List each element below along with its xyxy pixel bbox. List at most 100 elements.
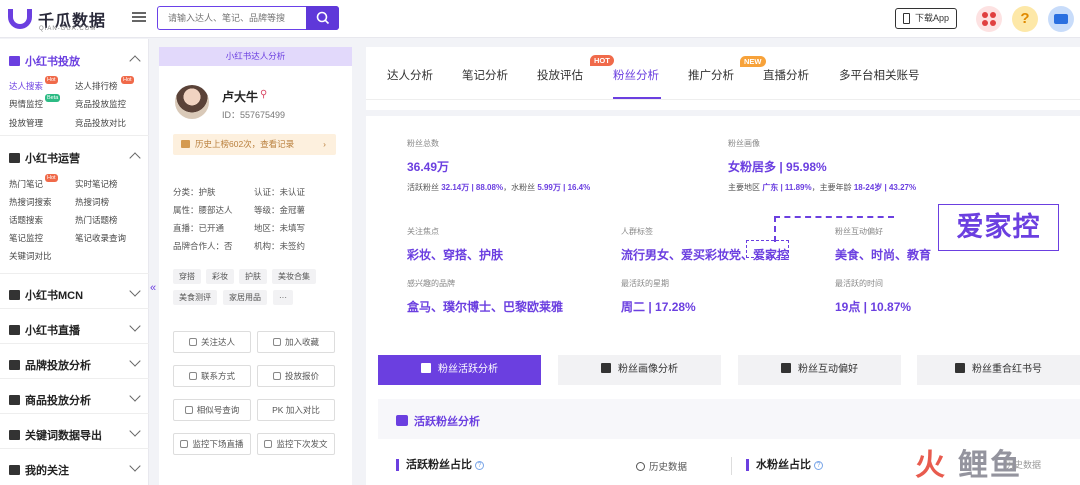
sidebar-group-title[interactable]: 小红书运营 bbox=[9, 150, 80, 166]
sidebar-item-realtime-notes[interactable]: 实时笔记榜 bbox=[75, 178, 118, 190]
history-rank-text: 历史上榜602次，查看记录 bbox=[195, 139, 295, 149]
tab-live-analysis[interactable]: 直播分析 bbox=[763, 67, 809, 83]
tab-promo-analysis[interactable]: 推广分析 bbox=[688, 67, 734, 83]
mcn-icon bbox=[9, 290, 20, 300]
sidebar-group-mcn[interactable]: 小红书MCN bbox=[0, 274, 149, 309]
tab-note-analysis[interactable]: 笔记分析 bbox=[462, 67, 508, 83]
crown-icon bbox=[181, 140, 190, 148]
sidebar-item-kol-rank[interactable]: 达人排行榜 bbox=[75, 80, 118, 92]
sidebar-item-hot-topic-rank[interactable]: 热门话题榜 bbox=[75, 214, 118, 226]
tab-ad-evaluation[interactable]: 投放评估 bbox=[537, 67, 583, 83]
users-icon bbox=[421, 363, 431, 373]
attr-category: 分类：护肤 bbox=[173, 187, 216, 197]
sidebar-item-hot-notes[interactable]: 热门笔记 bbox=[9, 178, 43, 190]
fans-total-value: 36.49万 bbox=[407, 160, 450, 174]
attr-brand-partner: 品牌合作人：否 bbox=[173, 241, 233, 251]
search-input[interactable] bbox=[158, 7, 308, 29]
history-rank-link[interactable]: 历史上榜602次，查看记录 › bbox=[173, 134, 336, 155]
sidebar: 小红书投放 达人搜索 Hot 达人排行榜 Hot 舆情监控 Beta 竞品投放监… bbox=[0, 39, 149, 485]
logo[interactable]: 千瓜数据 QIAN-GUA.COM bbox=[8, 6, 108, 34]
collapse-sidebar-icon[interactable]: « bbox=[150, 282, 156, 294]
menu-toggle-icon[interactable] bbox=[132, 10, 146, 24]
sidebar-item-kol-search[interactable]: 达人搜索 bbox=[9, 80, 43, 92]
quote-icon bbox=[272, 372, 281, 380]
profile-name: 卢大牛 bbox=[222, 90, 259, 104]
tag-chip: 彩妆 bbox=[206, 269, 234, 284]
crowd-label: 人群标签 bbox=[621, 227, 653, 236]
section-divider bbox=[366, 110, 1080, 116]
chart-icon bbox=[188, 338, 197, 346]
sidebar-group-live[interactable]: 小红书直播 bbox=[0, 309, 149, 344]
beta-tag: Beta bbox=[45, 94, 61, 102]
logo-mark-icon bbox=[8, 9, 32, 29]
portrait-value: 女粉居多 | 95.98% bbox=[728, 160, 827, 174]
more-tags-chip[interactable]: ··· bbox=[273, 290, 293, 305]
sidebar-group-title: 小红书MCN bbox=[9, 287, 83, 303]
sidebar-item-hot-word-rank[interactable]: 热搜词榜 bbox=[75, 196, 109, 208]
sidebar-group-keyword-export[interactable]: 关键词数据导出 bbox=[0, 414, 149, 449]
subtab-fans-portrait[interactable]: 粉丝画像分析 bbox=[558, 355, 721, 385]
contact-button[interactable]: 联系方式 bbox=[173, 365, 251, 387]
tab-fans-analysis[interactable]: 粉丝分析 bbox=[613, 67, 659, 83]
sidebar-group-title[interactable]: 小红书投放 bbox=[9, 53, 80, 69]
sidebar-item-note-monitor[interactable]: 笔记监控 bbox=[9, 232, 43, 244]
help-icon[interactable]: ? bbox=[1012, 6, 1038, 32]
tab-kol-analysis[interactable]: 达人分析 bbox=[387, 67, 433, 83]
chevron-down-icon bbox=[129, 460, 141, 472]
tag-chip: 护肤 bbox=[239, 269, 267, 284]
active-time-value: 19点 | 10.87% bbox=[835, 300, 912, 314]
pin-icon: ⚲ bbox=[260, 89, 268, 100]
follow-kol-button[interactable]: 关注达人 bbox=[173, 331, 251, 353]
focus-label: 关注焦点 bbox=[407, 227, 439, 236]
heart-icon bbox=[272, 338, 281, 346]
similar-search-button[interactable]: 相似号查询 bbox=[173, 399, 251, 421]
attr-type: 属性：腰部达人 bbox=[173, 205, 233, 215]
sidebar-item-competitor-compare[interactable]: 竞品投放对比 bbox=[75, 117, 126, 129]
pk-compare-button[interactable]: PK 加入对比 bbox=[257, 399, 335, 421]
hot-tag: Hot bbox=[45, 174, 58, 182]
sidebar-item-note-index[interactable]: 笔记收录查询 bbox=[75, 232, 126, 244]
callout-label: 爱家控 bbox=[938, 204, 1059, 251]
history-data-link[interactable]: 历史数据 bbox=[636, 459, 687, 473]
sidebar-item-topic-search[interactable]: 话题搜索 bbox=[9, 214, 43, 226]
section-title: 活跃粉丝分析 bbox=[396, 413, 480, 429]
sidebar-item-competitor-monitor[interactable]: 竞品投放监控 bbox=[75, 98, 126, 110]
chevron-down-icon bbox=[129, 390, 141, 402]
sidebar-group-brand[interactable]: 品牌投放分析 bbox=[0, 344, 149, 379]
download-app-button[interactable]: 下载App bbox=[895, 8, 957, 29]
profile-id: ID：557675499 bbox=[222, 110, 286, 120]
subtab-fans-overlap[interactable]: 粉丝重合红书号 bbox=[917, 355, 1080, 385]
attr-live: 直播：已开通 bbox=[173, 223, 225, 233]
sidebar-item-hot-word-search[interactable]: 热搜词搜索 bbox=[9, 196, 52, 208]
chevron-down-icon bbox=[129, 355, 141, 367]
subtab-fans-interact[interactable]: 粉丝互动偏好 bbox=[738, 355, 901, 385]
attr-agency: 机构：未签约 bbox=[254, 241, 306, 251]
hot-tag: Hot bbox=[45, 76, 58, 84]
sidebar-item-keyword-compare[interactable]: 关键词对比 bbox=[9, 250, 52, 262]
monitor-live-button[interactable]: 监控下场直播 bbox=[173, 433, 251, 455]
sidebar-group-title: 我的关注 bbox=[9, 462, 69, 478]
sidebar-group-follow[interactable]: 我的关注 bbox=[0, 449, 149, 485]
ad-quote-button[interactable]: 投放报价 bbox=[257, 365, 335, 387]
tab-multi-platform[interactable]: 多平台相关账号 bbox=[839, 67, 920, 83]
watermark-overlay-text: 历史数据 bbox=[1005, 460, 1042, 470]
sidebar-item-ad-manage[interactable]: 投放管理 bbox=[9, 117, 43, 129]
chevron-down-icon bbox=[129, 285, 141, 297]
sidebar-item-opinion-monitor[interactable]: 舆情监控 bbox=[9, 98, 43, 110]
apps-grid-icon[interactable] bbox=[976, 6, 1002, 32]
subtab-fans-active[interactable]: 粉丝活跃分析 bbox=[378, 355, 541, 385]
search-button[interactable] bbox=[306, 6, 339, 30]
hot-badge: HOT bbox=[590, 55, 614, 66]
water-fans-ratio-title: 水粉丝占比? bbox=[746, 459, 823, 471]
chevron-up-icon[interactable] bbox=[129, 152, 141, 164]
tv-icon bbox=[180, 440, 189, 448]
help-icon[interactable]: ? bbox=[475, 461, 484, 470]
favorite-button[interactable]: 加入收藏 bbox=[257, 331, 335, 353]
mail-icon[interactable] bbox=[1048, 6, 1074, 32]
sidebar-group-product[interactable]: 商品投放分析 bbox=[0, 379, 149, 414]
interact-value: 美食、时尚、教育 bbox=[835, 248, 932, 262]
chevron-up-icon[interactable] bbox=[129, 55, 141, 67]
monitor-post-button[interactable]: 监控下次发文 bbox=[257, 433, 335, 455]
tag-chip: 家居用品 bbox=[223, 290, 267, 305]
help-icon[interactable]: ? bbox=[814, 461, 823, 470]
